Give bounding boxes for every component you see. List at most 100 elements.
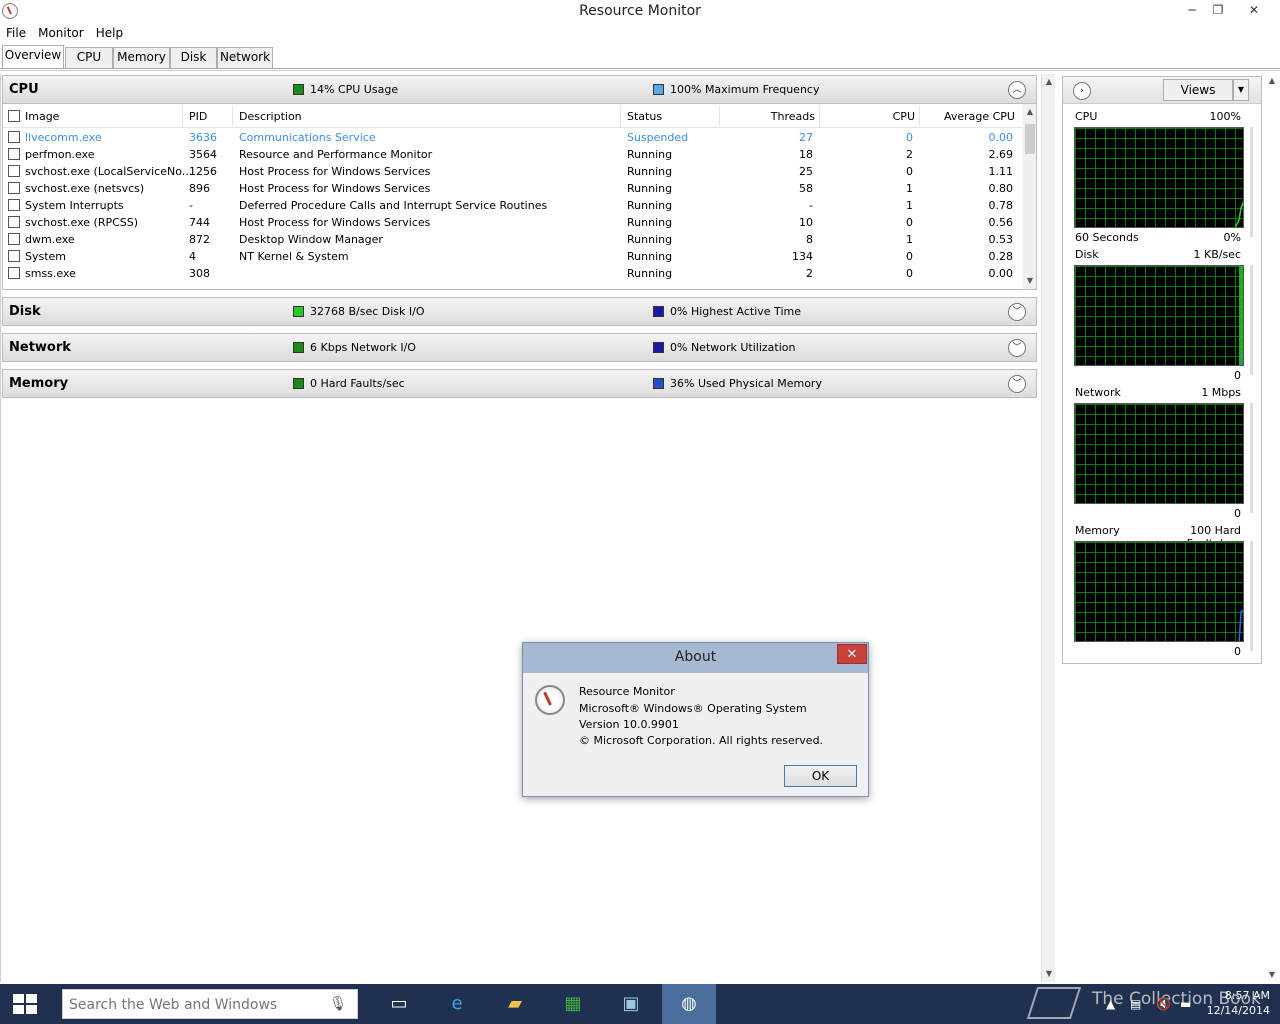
start-button[interactable]: [0, 984, 50, 1024]
row-checkbox[interactable]: [8, 267, 20, 279]
title-bar: Resource Monitor ─ ❐ ✕: [0, 0, 1280, 23]
resource-monitor-taskbar-icon[interactable]: ◍: [662, 984, 716, 1024]
cell-description: Host Process for Windows Services: [239, 165, 431, 178]
internet-explorer-icon[interactable]: e: [432, 984, 482, 1024]
menu-help[interactable]: Help: [90, 23, 129, 43]
control-panel-icon[interactable]: ▣: [606, 984, 656, 1024]
scroll-up-icon[interactable]: ▲: [1043, 76, 1055, 88]
graph-resize-handle[interactable]: [1250, 127, 1253, 237]
row-checkbox[interactable]: [8, 182, 20, 194]
table-row[interactable]: perfmon.exe 3564 Resource and Performanc…: [3, 146, 1023, 163]
scroll-down-icon[interactable]: ▼: [1043, 968, 1055, 980]
table-row[interactable]: livecomm.exe 3636 Communications Service…: [3, 129, 1023, 146]
column-divider[interactable]: [232, 106, 233, 126]
expand-chevron-icon[interactable]: ﹀: [1008, 339, 1026, 357]
show-hidden-icons-icon[interactable]: ▲: [1106, 984, 1115, 1024]
tab-overview[interactable]: Overview: [2, 45, 64, 68]
collapse-panel-chevron-icon[interactable]: ›: [1073, 82, 1091, 100]
scroll-thumb[interactable]: [1025, 124, 1035, 154]
memory-section-header[interactable]: Memory 0 Hard Faults/sec 36% Used Physic…: [2, 369, 1037, 398]
cell-cpu: 1: [906, 233, 913, 246]
column-divider[interactable]: [819, 106, 820, 126]
table-row[interactable]: smss.exe 308 Running 2 0 0.00: [3, 265, 1023, 282]
row-checkbox[interactable]: [8, 250, 20, 262]
search-input[interactable]: [69, 995, 329, 1015]
table-row[interactable]: System Interrupts - Deferred Procedure C…: [3, 197, 1023, 214]
menu-monitor[interactable]: Monitor: [32, 23, 90, 43]
table-row[interactable]: svchost.exe (RPCSS) 744 Host Process for…: [3, 214, 1023, 231]
file-explorer-icon[interactable]: ▰: [490, 984, 540, 1024]
cell-threads: 10: [799, 216, 813, 229]
row-checkbox[interactable]: [8, 233, 20, 245]
column-divider[interactable]: [719, 106, 720, 126]
collapse-chevron-icon[interactable]: ︿: [1008, 81, 1026, 99]
network-section-header[interactable]: Network 6 Kbps Network I/O 0% Network Ut…: [2, 333, 1037, 362]
row-checkbox[interactable]: [8, 148, 20, 160]
close-dialog-button[interactable]: ✕: [837, 644, 867, 664]
network-tray-icon[interactable]: ▤: [1130, 984, 1141, 1024]
minimize-button[interactable]: ─: [1178, 0, 1206, 22]
disk-active-text: 0% Highest Active Time: [670, 305, 801, 318]
volume-muted-icon[interactable]: 🔇: [1156, 984, 1171, 1024]
resource-monitor-icon: [535, 685, 565, 715]
microphone-icon[interactable]: 🎙: [329, 996, 347, 1012]
cell-cpu: 1: [906, 182, 913, 195]
table-scrollbar[interactable]: ▲ ▼: [1023, 104, 1036, 289]
expand-chevron-icon[interactable]: ﹀: [1008, 375, 1026, 393]
close-button[interactable]: ✕: [1240, 0, 1268, 22]
row-checkbox[interactable]: [8, 131, 20, 143]
cpu-section-header[interactable]: CPU 14% CPU Usage 100% Maximum Frequency…: [2, 75, 1037, 104]
cell-threads: -: [809, 199, 813, 212]
maximize-button[interactable]: ❐: [1204, 0, 1232, 22]
scroll-up-icon[interactable]: ▲: [1024, 107, 1036, 116]
disk-section-header[interactable]: Disk 32768 B/sec Disk I/O 0% Highest Act…: [2, 297, 1037, 326]
memory-graph-line: [1238, 608, 1243, 641]
row-checkbox[interactable]: [8, 216, 20, 228]
graphs-panel-scrollbar[interactable]: ▲ ▼: [1266, 76, 1278, 982]
taskbar: 🎙 ▭ e ▰ ▦ ▣ ◍ The Collection Book ▲ ▤ 🔇 …: [0, 984, 1280, 1024]
cell-pid: -: [189, 199, 193, 212]
col-threads[interactable]: Threads: [743, 110, 815, 123]
system-clock[interactable]: 8:57 AM 12/14/2014: [1196, 988, 1270, 1018]
taskbar-search[interactable]: 🎙: [62, 989, 358, 1019]
views-button[interactable]: Views: [1163, 79, 1233, 101]
tab-disk[interactable]: Disk: [170, 47, 217, 68]
expand-chevron-icon[interactable]: ﹀: [1008, 303, 1026, 321]
graph-resize-handle[interactable]: [1250, 541, 1253, 651]
table-row[interactable]: svchost.exe (netsvcs) 896 Host Process f…: [3, 180, 1023, 197]
column-divider[interactable]: [182, 106, 183, 126]
tab-cpu[interactable]: CPU: [65, 47, 113, 68]
action-center-icon[interactable]: ▬: [1180, 984, 1191, 1024]
table-row[interactable]: System 4 NT Kernel & System Running 134 …: [3, 248, 1023, 265]
scroll-up-icon[interactable]: ▲: [1266, 76, 1278, 85]
col-average-cpu[interactable]: Average CPU: [923, 110, 1015, 123]
select-all-checkbox[interactable]: [8, 110, 20, 122]
tab-network[interactable]: Network: [217, 47, 273, 68]
scroll-down-icon[interactable]: ▼: [1266, 970, 1278, 979]
col-description[interactable]: Description: [239, 110, 302, 123]
tab-divider: [0, 68, 1280, 69]
column-divider[interactable]: [919, 106, 920, 126]
col-image[interactable]: Image: [25, 110, 59, 123]
scroll-down-icon[interactable]: ▼: [1024, 276, 1036, 285]
views-dropdown-icon[interactable]: ▼: [1233, 79, 1249, 101]
graph-resize-handle[interactable]: [1250, 265, 1253, 375]
table-row[interactable]: dwm.exe 872 Desktop Window Manager Runni…: [3, 231, 1023, 248]
task-view-icon[interactable]: ▭: [374, 984, 424, 1024]
col-pid[interactable]: PID: [189, 110, 207, 123]
menu-file[interactable]: File: [0, 23, 32, 43]
tab-memory[interactable]: Memory: [113, 47, 170, 68]
cpu-frequency-swatch: [653, 84, 664, 95]
table-row[interactable]: svchost.exe (LocalServiceNo... 1256 Host…: [3, 163, 1023, 180]
col-status[interactable]: Status: [627, 110, 662, 123]
row-checkbox[interactable]: [8, 165, 20, 177]
column-divider[interactable]: [620, 106, 621, 126]
store-icon[interactable]: ▦: [548, 984, 598, 1024]
graph-network-max: 1 Mbps: [1201, 386, 1241, 399]
main-scrollbar[interactable]: ▲ ▼: [1041, 74, 1055, 982]
cell-pid: 896: [189, 182, 210, 195]
col-cpu[interactable]: CPU: [843, 110, 915, 123]
row-checkbox[interactable]: [8, 199, 20, 211]
ok-button[interactable]: OK: [784, 765, 857, 787]
graph-resize-handle[interactable]: [1250, 403, 1253, 513]
